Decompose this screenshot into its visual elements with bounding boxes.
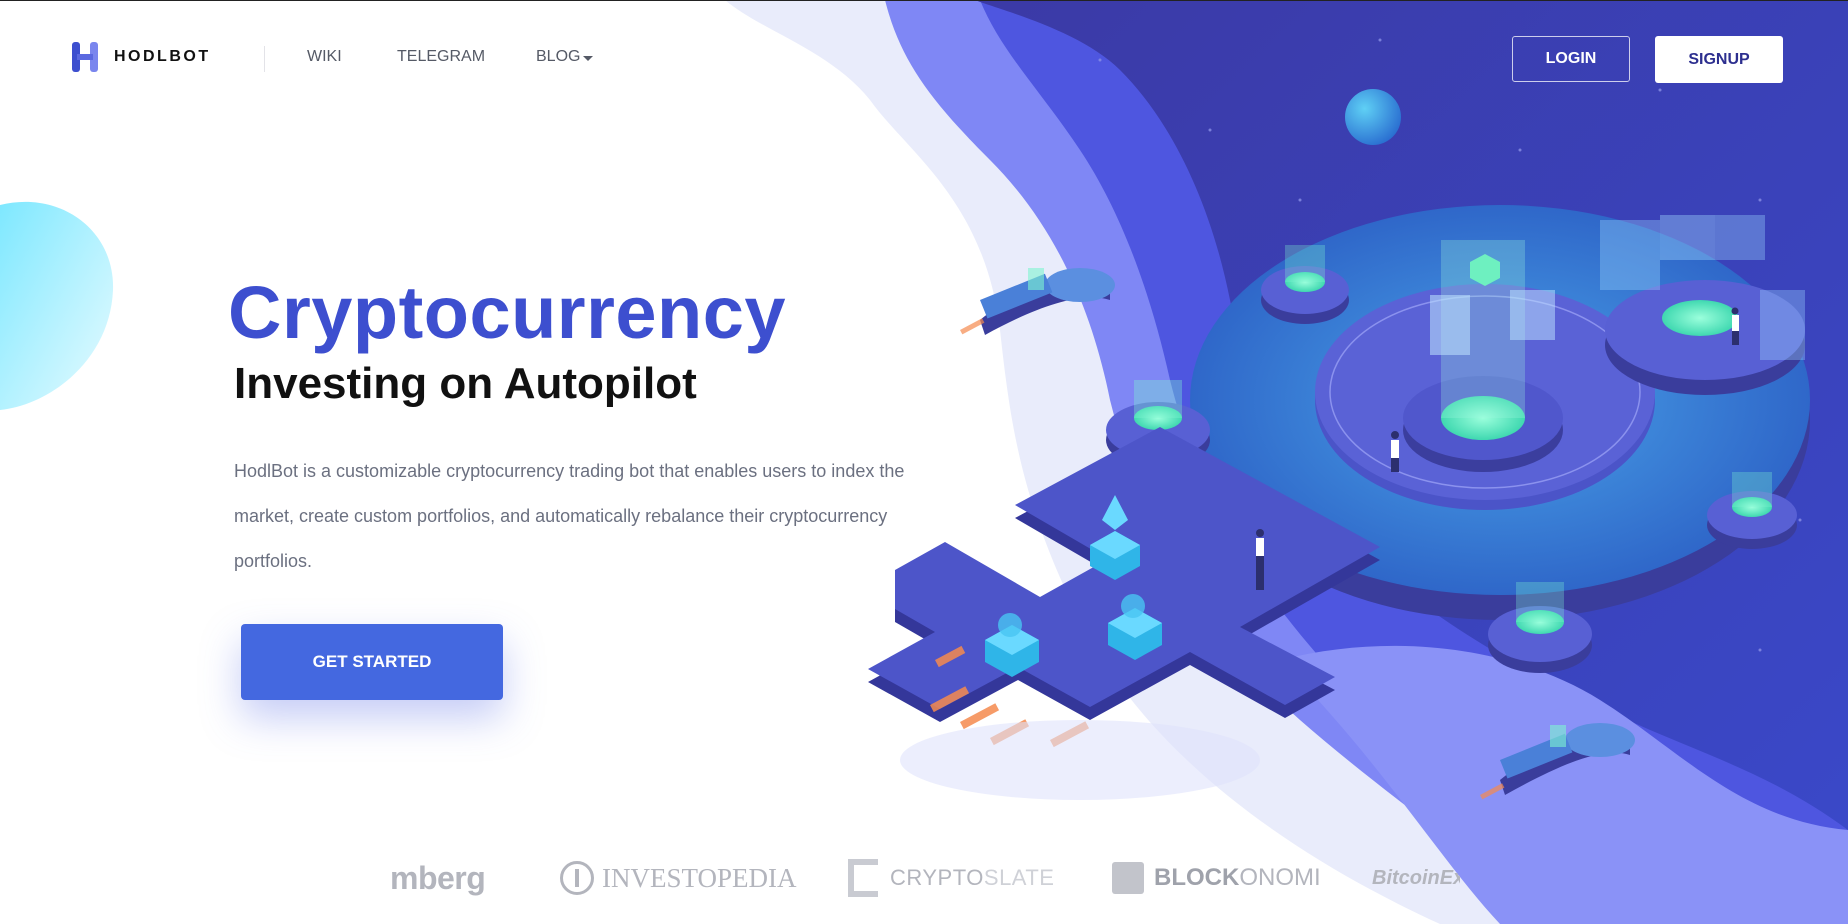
get-started-button[interactable]: GET STARTED: [241, 624, 503, 700]
press-logo-bloomberg-text: mberg: [390, 859, 486, 896]
cryptoslate-icon: [848, 859, 878, 897]
bitcoin-icon: [998, 613, 1022, 637]
nav-link-blog[interactable]: BLOG: [536, 48, 594, 66]
nav-link-wiki[interactable]: WIKI: [307, 48, 342, 66]
blockonomi-icon: [1112, 862, 1144, 894]
nav-link-blog-label: BLOG: [536, 48, 581, 65]
hero-subtitle: Investing on Autopilot: [234, 359, 697, 408]
brand-logo[interactable]: HODLBOT: [72, 42, 211, 72]
press-logo-cryptoslate[interactable]: CRYPTO SLATE: [848, 850, 1054, 906]
press-logo-investopedia[interactable]: INVESTOPEDIA: [560, 850, 797, 906]
press-logo-bloomberg[interactable]: mberg: [390, 850, 486, 906]
press-logo-blockonomi[interactable]: BLOCK ONOMI: [1112, 850, 1321, 906]
ripple-icon: [1121, 594, 1145, 618]
login-button[interactable]: LOGIN: [1512, 36, 1630, 82]
cyan-blob: [0, 201, 114, 410]
press-logos: mberg INVESTOPEDIA CRYPTO SLATE BLOCK ON…: [0, 850, 1848, 910]
investopedia-icon: [560, 861, 594, 895]
brand-name: HODLBOT: [114, 48, 211, 65]
press-logo-blockonomi-rest: ONOMI: [1239, 864, 1321, 891]
chevron-down-icon: [583, 55, 594, 61]
nav-link-telegram[interactable]: TELEGRAM: [397, 48, 485, 66]
hodlbot-logo-icon: [72, 42, 98, 72]
press-logo-cryptoslate-bold: CRYPTO: [890, 865, 984, 890]
top-navigation: HODLBOT WIKI TELEGRAM BLOG LOGIN SIGNUP: [0, 0, 1848, 120]
press-logo-bitcoinexchangeguide-text: BitcoinEx: [1372, 866, 1460, 889]
signup-button[interactable]: SIGNUP: [1655, 36, 1783, 83]
press-logo-bitcoinexchangeguide[interactable]: BitcoinEx: [1372, 850, 1460, 906]
nav-divider: [264, 46, 265, 72]
hero-description: HodlBot is a customizable cryptocurrency…: [234, 461, 905, 571]
press-logo-blockonomi-bold: BLOCK: [1154, 864, 1240, 891]
top-border: [0, 0, 1848, 1]
press-logo-investopedia-text: INVESTOPEDIA: [602, 862, 797, 893]
hero-title: Cryptocurrency: [228, 271, 787, 354]
press-logo-cryptoslate-rest: SLATE: [983, 865, 1055, 890]
